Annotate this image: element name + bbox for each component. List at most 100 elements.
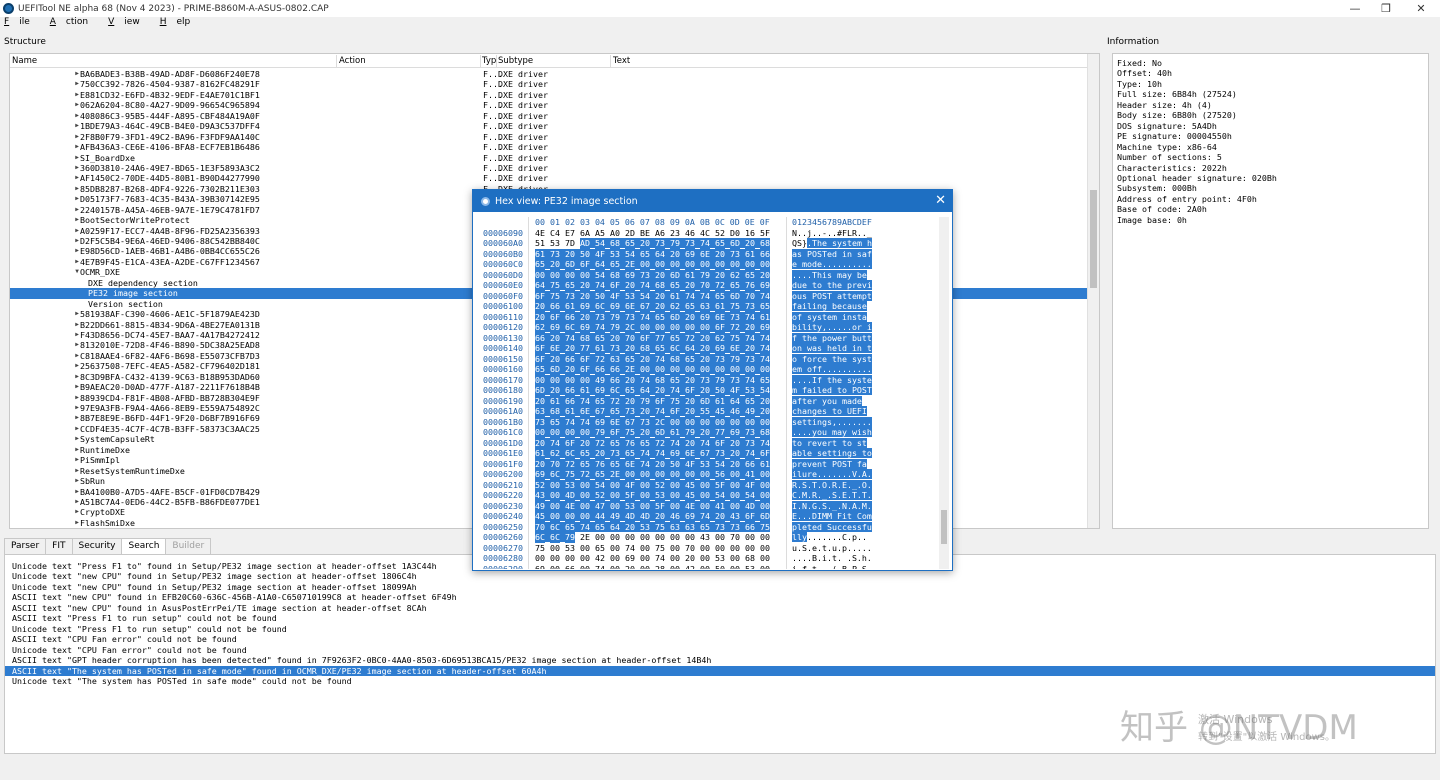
hex-byte: 20 [550,259,560,270]
column-header-text[interactable]: Text [613,56,630,66]
search-result-item[interactable]: ASCII text "CPU Fan error" could not be … [5,634,1435,644]
search-result-item[interactable]: ASCII text "new CPU" found in AsusPostEr… [5,603,1435,613]
hex-byte: 20 [700,343,710,354]
hex-byte: 65 [760,374,770,385]
hex-byte: 2C [655,416,665,427]
tree-row[interactable]: ▶ SI_BoardDxe F... DXE driver [10,153,1088,163]
minimize-button[interactable]: — [1340,0,1370,17]
hex-byte: 20 [685,437,695,448]
tree-row-name: SI_BoardDxe [80,152,135,163]
hex-scrollbar-thumb[interactable] [941,510,947,544]
tree-row[interactable]: ▶ 2F8B0F79-3FD1-49C2-BA96-F3FDF9AA140C F..… [10,132,1088,142]
tree-row-name: C818AAE4-6F82-4AF6-B698-E55073CFB7D3 [80,350,260,361]
close-icon[interactable]: ✕ [935,193,946,208]
tree-row[interactable]: ▶ 750CC392-7826-4504-9387-8162FC48291F F..… [10,79,1088,89]
search-result-item[interactable]: ASCII text "Press F1 to run setup" could… [5,613,1435,623]
tree-scrollbar[interactable] [1087,54,1099,528]
search-result-item[interactable]: ASCII text "The system has POSTed in saf… [5,665,1435,676]
hex-byte: 68 [640,343,650,354]
hex-byte: 00 [670,479,680,490]
tree-scrollbar-thumb[interactable] [1090,190,1097,288]
hex-byte: 52 [655,479,665,490]
tree-row-subtype: DXE driver [498,121,548,132]
hex-byte: 20 [730,437,740,448]
hex-byte: 20 [625,395,635,406]
column-header-type[interactable]: Typ [482,56,496,66]
hex-byte: 74 [745,332,755,343]
menu-view[interactable]: View [108,17,150,31]
tab-fit[interactable]: FIT [45,538,73,554]
hex-byte: 68 [610,238,620,249]
hex-byte: 20 [580,280,590,291]
hex-ascii: ....This may be [792,269,867,280]
hex-byte: 00 [760,416,770,427]
tree-row[interactable]: ▶ AF1450C2-70DE-44D5-80B1-B90D44277990 F..… [10,173,1088,183]
hex-byte: 73 [730,311,740,322]
hex-content[interactable]: 00 01 02 03 04 05 06 07 08 09 0A 0B 0C 0… [478,217,938,569]
tree-row[interactable]: ▶ BA6BADE3-B38B-49AD-AD8F-D6086F240E78 F..… [10,69,1088,79]
hex-byte: 00 [550,490,560,501]
hex-byte: 20 [760,269,770,280]
tree-row[interactable]: ▶ 360D3810-24A6-49E7-BD65-1E3F5893A3C2 F..… [10,163,1088,173]
hex-byte: 65 [595,469,605,480]
hex-byte: 20 [535,311,545,322]
tree-row[interactable]: ▶ 408086C3-95B5-444F-A895-CBF484A19A0F F..… [10,111,1088,121]
hex-offset: 00006110 [483,311,523,322]
hex-dialog-titlebar[interactable]: Hex view: PE32 image section ✕ [473,190,952,212]
hex-byte: 68 [610,269,620,280]
hex-byte: 65 [580,448,590,459]
hex-byte: 65 [595,395,605,406]
hex-byte: 54 [715,490,725,501]
menu-help[interactable]: Help [160,17,201,31]
tab-search[interactable]: Search [121,538,167,555]
search-result-item[interactable]: Unicode text "Press F1 to run setup" cou… [5,624,1435,634]
hex-offset: 00006210 [483,479,523,490]
menu-action[interactable]: Action [50,17,98,31]
column-header-name[interactable]: Name [12,56,37,66]
search-result-item[interactable]: Unicode text "The system has POSTed in s… [5,676,1435,686]
hex-byte: 5F [625,490,635,501]
hex-ascii: ....B.i.t. .S.h. [792,553,872,563]
tab-security[interactable]: Security [71,538,123,554]
hex-ascii: m failed to POST [792,385,872,395]
hex-byte: 73 [685,238,695,249]
hex-byte: 74 [685,290,695,301]
tree-row[interactable]: ▶ 1BDE79A3-464C-49CB-B4E0-D9A3C537DFF4 F..… [10,121,1088,131]
search-result-item[interactable]: ASCII text "GPT header corruption has be… [5,655,1435,665]
close-window-button[interactable]: ✕ [1406,0,1436,17]
tree-row[interactable]: ▶ AFB436A3-CE6E-4106-BFA8-ECF7EB1B6486 F..… [10,142,1088,152]
tab-parser[interactable]: Parser [4,538,47,554]
column-header-subtype[interactable]: Subtype [498,56,533,66]
search-result-item[interactable]: Unicode text "new CPU" found in Setup/PE… [5,571,1435,581]
hex-byte: 74 [760,437,770,448]
hex-scrollbar[interactable] [939,217,949,569]
tree-row[interactable]: ▶ 062A6204-8C80-4A27-9D09-96654C965894 F..… [10,100,1088,110]
hex-byte: 53 [550,238,560,248]
search-result-item[interactable]: Unicode text "CPU Fan error" could not b… [5,645,1435,655]
maximize-button[interactable]: ❒ [1371,0,1401,17]
hex-byte: 00 [625,532,635,542]
search-result-item[interactable]: Unicode text "new CPU" found in Setup/PE… [5,582,1435,592]
hex-byte: 61 [745,248,755,259]
tree-row-name: A0259F17-ECC7-4A4B-8F96-FD25A2356393 [80,225,260,236]
column-header-action[interactable]: Action [339,56,366,66]
hex-byte: 66 [760,248,770,259]
menu-bar: File Action View Help [0,17,210,31]
tree-row-subtype: DXE driver [498,173,548,184]
tree-row[interactable]: ▶ E881CD32-E6FD-4B32-9EDF-E4AE701C1BF1 F..… [10,90,1088,100]
hex-byte: 6F [670,406,680,417]
search-result-item[interactable]: ASCII text "new CPU" found in EFB20C60-6… [5,592,1435,602]
hex-byte: 73 [745,301,755,312]
hex-byte: 00 [610,500,620,511]
hex-byte: 20 [715,248,725,259]
hex-dialog-icon [481,196,490,206]
hex-byte: 00 [670,542,680,553]
menu-file[interactable]: File [4,17,40,31]
hex-byte: 00 [640,532,650,542]
hex-byte: 20 [685,553,695,563]
tree-row-name: AFB436A3-CE6E-4106-BFA8-ECF7EB1B6486 [80,142,260,153]
hex-byte: 00 [535,427,545,438]
hex-bytes: 6F 20 66 6F 72 63 65 20 74 68 65 20 73 7… [535,353,786,364]
hex-byte: 69 [715,343,725,354]
hex-byte: 64 [535,280,545,291]
